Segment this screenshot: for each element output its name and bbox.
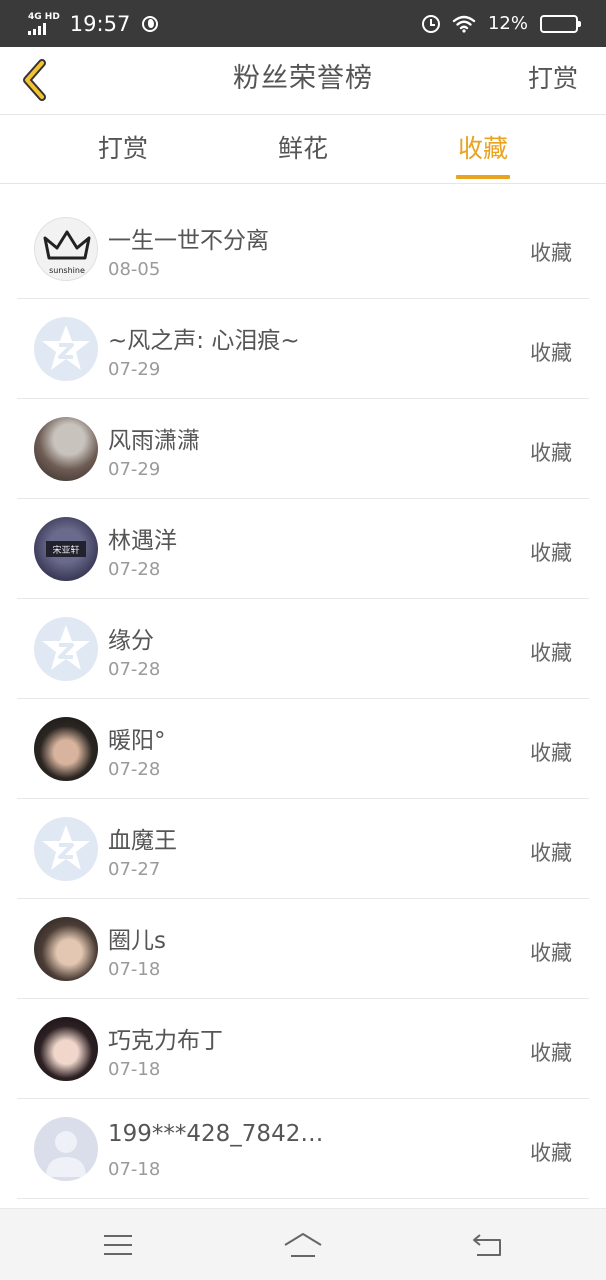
fan-name: 199***428_7842… (108, 1121, 324, 1147)
action-type: 收藏 (530, 641, 572, 665)
avatar-caption: 宋亚轩 (52, 544, 79, 556)
action-type: 收藏 (530, 1141, 572, 1165)
page-title: 粉丝荣誉榜 (233, 63, 373, 94)
tab-favorites[interactable]: 收藏 (418, 115, 548, 184)
fan-date: 07-18 (108, 959, 161, 980)
list-item[interactable]: ~风之声: 心泪痕~ 07-29 收藏 (17, 299, 589, 399)
fan-date: 07-28 (108, 759, 161, 780)
battery-percent: 12% (487, 13, 528, 34)
clock: 19:57 (69, 11, 131, 36)
fan-name: 血魔王 (108, 828, 177, 854)
fan-name: 林遇洋 (108, 528, 177, 554)
action-type: 收藏 (530, 841, 572, 865)
fan-name: ~风之声: 心泪痕~ (108, 328, 300, 354)
menu-icon (104, 1235, 132, 1255)
back-button[interactable] (14, 55, 54, 105)
action-type: 收藏 (530, 241, 572, 265)
tab-bar: 打赏 鲜花 收藏 (0, 115, 606, 184)
action-type: 收藏 (530, 741, 572, 765)
sign-photo-avatar: 宋亚轩 (34, 517, 98, 581)
action-type: 收藏 (530, 341, 572, 365)
active-tab-indicator (456, 175, 510, 179)
avatar-caption: sunshine (49, 266, 85, 275)
fan-date: 07-29 (108, 459, 161, 480)
action-type: 收藏 (530, 941, 572, 965)
fan-name: 巧克力布丁 (108, 1028, 223, 1054)
tab-reward[interactable]: 打赏 (58, 115, 188, 184)
qq-default-avatar (34, 317, 98, 381)
fan-name: 风雨潇潇 (108, 428, 200, 454)
back-icon (473, 1234, 501, 1256)
qq-default-avatar (34, 617, 98, 681)
default-person-avatar (34, 1117, 98, 1181)
globe-icon (142, 15, 159, 32)
home-button[interactable] (283, 1227, 323, 1263)
fan-date: 07-28 (108, 659, 161, 680)
list-item[interactable]: 圈儿s 07-18 收藏 (17, 899, 589, 999)
photo-avatar (34, 917, 98, 981)
fan-date: 07-27 (108, 859, 161, 880)
photo-avatar (34, 1017, 98, 1081)
crown-avatar: sunshine (34, 217, 98, 281)
reward-button[interactable]: 打赏 (528, 47, 578, 115)
tab-flowers[interactable]: 鲜花 (238, 115, 368, 184)
photo-avatar (34, 417, 98, 481)
list-item[interactable]: 风雨潇潇 07-29 收藏 (17, 399, 589, 499)
fan-date: 07-28 (108, 559, 161, 580)
action-type: 收藏 (530, 541, 572, 565)
list-item[interactable]: 血魔王 07-27 收藏 (17, 799, 589, 899)
list-item[interactable]: 缘分 07-28 收藏 (17, 599, 589, 699)
photo-avatar (34, 717, 98, 781)
tab-label: 鲜花 (277, 134, 328, 163)
home-icon (284, 1233, 322, 1257)
chevron-left-icon (23, 59, 46, 101)
qq-default-avatar (34, 817, 98, 881)
fan-list: sunshine 一生一世不分离 08-05 收藏 ~风之声: 心泪痕~ 07-… (0, 199, 606, 1199)
signal-icon: 4G HD (28, 11, 60, 35)
list-item[interactable]: 宋亚轩 林遇洋 07-28 收藏 (17, 499, 589, 599)
list-item[interactable]: sunshine 一生一世不分离 08-05 收藏 (17, 199, 589, 299)
fan-name: 圈儿s (108, 928, 166, 954)
system-back-button[interactable] (467, 1227, 507, 1263)
status-bar: 4G HD 19:57 12% (0, 0, 606, 47)
nav-bar: 粉丝荣誉榜 打赏 (0, 47, 606, 115)
battery-icon (540, 14, 581, 33)
fan-name: 缘分 (108, 628, 154, 654)
fan-name: 一生一世不分离 (108, 228, 269, 254)
wifi-icon (452, 15, 476, 33)
system-nav-bar (0, 1208, 606, 1280)
fan-name: 暖阳° (108, 728, 166, 754)
action-type: 收藏 (530, 441, 572, 465)
alarm-icon (421, 14, 440, 33)
tab-label: 收藏 (457, 134, 508, 163)
tab-label: 打赏 (97, 134, 148, 163)
fan-date: 08-05 (108, 259, 161, 280)
list-item[interactable]: 巧克力布丁 07-18 收藏 (17, 999, 589, 1099)
list-item[interactable]: 暖阳° 07-28 收藏 (17, 699, 589, 799)
fan-date: 07-18 (108, 1159, 161, 1180)
fan-date: 07-29 (108, 359, 161, 380)
list-item[interactable]: 199***428_7842… 07-18 收藏 (17, 1099, 589, 1199)
network-label: 4G HD (28, 11, 60, 22)
fan-date: 07-18 (108, 1059, 161, 1080)
action-type: 收藏 (530, 1041, 572, 1065)
menu-button[interactable] (98, 1227, 138, 1263)
